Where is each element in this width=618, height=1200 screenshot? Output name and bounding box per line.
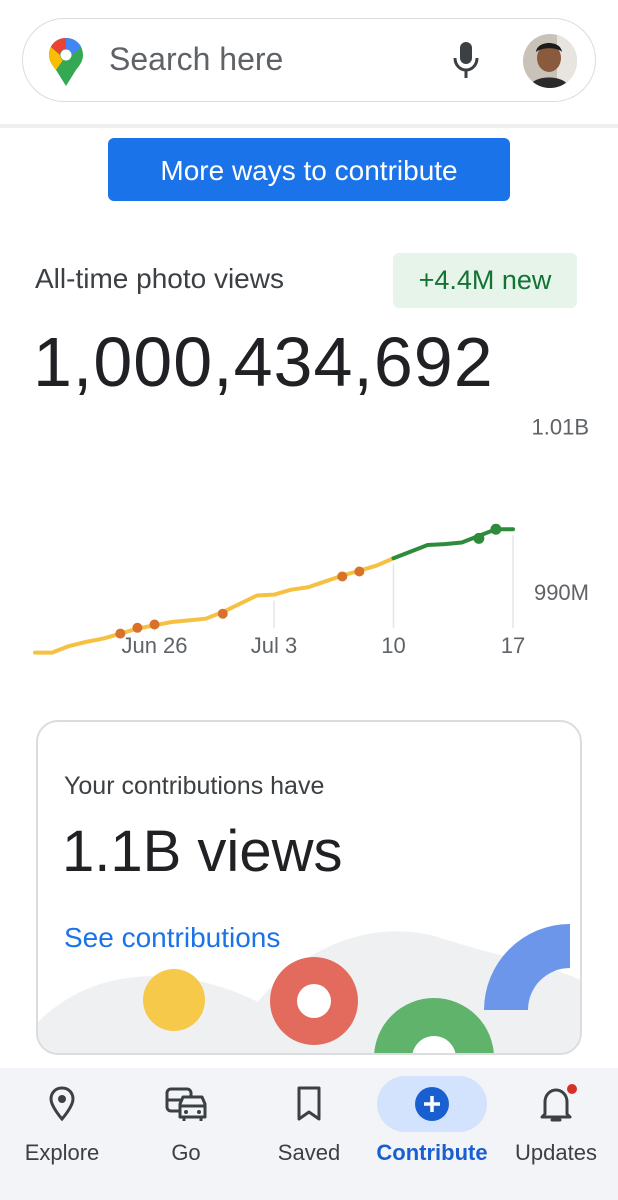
location-pin-icon [49,1086,75,1122]
bookmark-icon [297,1086,321,1121]
x-tick-label: 10 [381,633,405,658]
contributions-eyebrow: Your contributions have [64,772,325,800]
nav-explore[interactable]: Explore [0,1068,124,1200]
contributions-views-headline: 1.1B views [62,819,343,884]
more-ways-to-contribute-button[interactable]: More ways to contribute [108,138,510,201]
avatar-photo [523,34,577,88]
nav-contribute[interactable]: Contribute [370,1068,494,1200]
google-maps-pin-icon [49,38,83,86]
milestone-point [473,532,485,544]
bottom-navigation: Explore Go Saved Contribute Updates [0,1068,618,1200]
x-tick-label: 17 [501,633,525,658]
nav-go[interactable]: Go [124,1068,248,1200]
total-photo-views: 1,000,434,692 [33,323,494,401]
x-tick-label: Jul 3 [251,633,297,658]
search-input[interactable]: Search here [109,41,283,78]
profile-avatar[interactable] [523,34,577,88]
y-tick-label: 1.01B [532,415,590,440]
nav-contribute-label: Contribute [376,1140,488,1165]
nav-explore-label: Explore [24,1140,100,1165]
milestone-point [217,608,228,619]
nav-updates[interactable]: Updates [494,1068,618,1200]
nav-saved[interactable]: Saved [248,1068,370,1200]
milestone-point [354,566,365,577]
milestone-point [115,628,126,639]
all-time-photo-views-label: All-time photo views [35,263,284,294]
nav-updates-label: Updates [515,1140,597,1165]
add-circle-icon [415,1087,449,1121]
nav-go-label: Go [171,1140,201,1165]
top-bar: Search here [0,0,618,128]
y-tick-label: 990M [534,580,589,605]
milestone-point [132,622,143,633]
photo-views-line-chart: Jun 26 Jul 3 10 17 1.01B 990M [33,415,590,658]
nav-saved-label: Saved [277,1140,341,1165]
contributions-card[interactable]: Your contributions have 1.1B views See c… [36,720,582,1055]
new-views-badge: +4.4M new [393,253,577,308]
microphone-icon[interactable] [451,40,481,82]
commute-car-icon [165,1087,207,1121]
search-bar[interactable]: Search here [22,18,596,102]
notification-bell-icon [540,1084,577,1122]
milestone-point [149,619,160,630]
see-contributions-link[interactable]: See contributions [64,922,280,954]
x-tick-label: Jun 26 [121,633,187,658]
milestone-point [337,571,348,582]
milestone-point [490,523,502,535]
